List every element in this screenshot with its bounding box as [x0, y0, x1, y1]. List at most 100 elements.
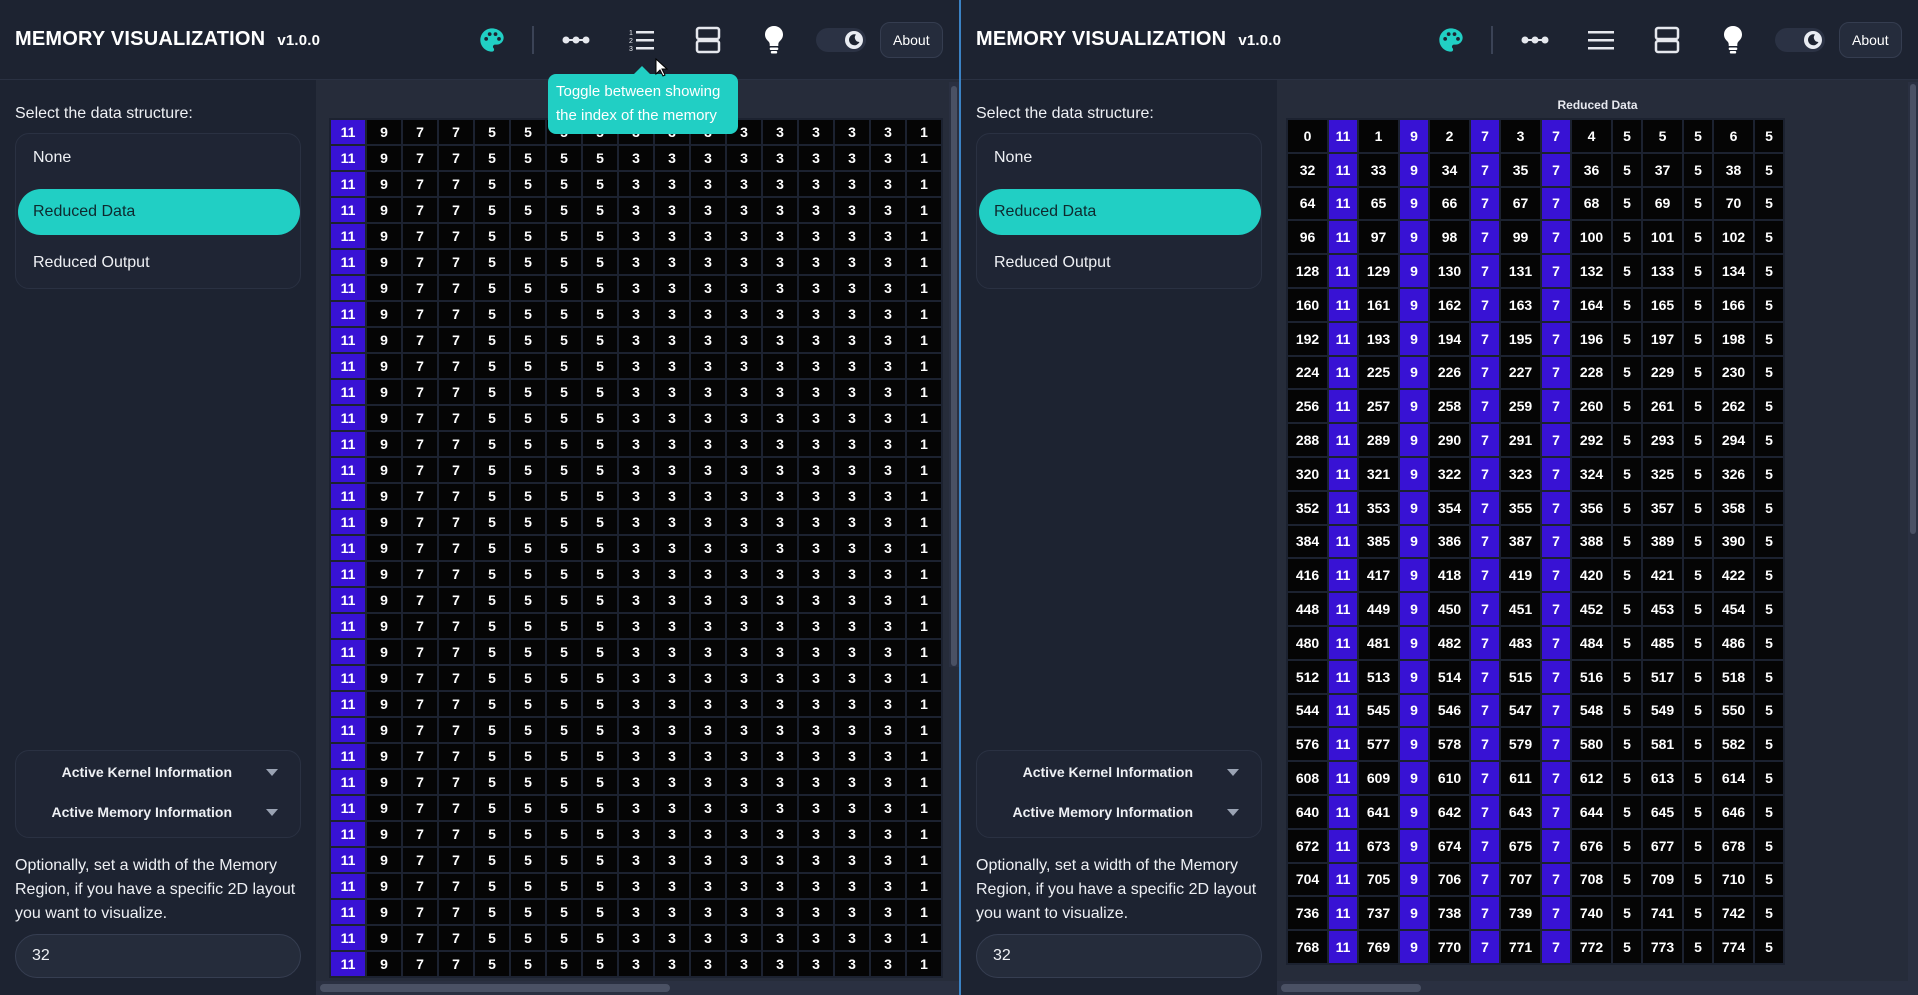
- memory-cell[interactable]: 3: [689, 560, 727, 588]
- memory-cell[interactable]: 5: [473, 274, 511, 302]
- memory-cell[interactable]: 5: [473, 534, 511, 562]
- memory-cell[interactable]: 7: [1540, 760, 1572, 796]
- memory-cell[interactable]: 3: [761, 872, 799, 900]
- memory-cell[interactable]: 3: [761, 456, 799, 484]
- memory-cell[interactable]: 5: [473, 144, 511, 172]
- memory-cell[interactable]: 7: [1469, 760, 1501, 796]
- memory-cell[interactable]: 5: [581, 846, 619, 874]
- memory-cell[interactable]: 3: [869, 950, 907, 978]
- memory-cell[interactable]: 1: [905, 638, 943, 666]
- memory-cell[interactable]: 5: [1611, 760, 1643, 796]
- memory-cell[interactable]: 5: [545, 508, 583, 536]
- memory-cell[interactable]: 9: [1398, 151, 1430, 188]
- memory-cell[interactable]: 3: [653, 794, 691, 822]
- memory-cell[interactable]: 5: [1682, 422, 1714, 458]
- memory-cell[interactable]: 3: [833, 326, 871, 354]
- memory-cell[interactable]: 7: [437, 742, 475, 770]
- memory-cell[interactable]: 5: [1611, 658, 1643, 695]
- memory-cell[interactable]: 3: [725, 664, 763, 692]
- memory-cell[interactable]: 3: [653, 768, 691, 796]
- memory-cell[interactable]: 3: [761, 950, 799, 978]
- memory-cell[interactable]: 3: [725, 170, 763, 198]
- memory-cell[interactable]: 7: [437, 664, 475, 692]
- memory-cell[interactable]: 3: [653, 560, 691, 588]
- memory-cell[interactable]: 11: [1327, 320, 1359, 357]
- memory-cell[interactable]: 1: [905, 690, 943, 718]
- memory-cell[interactable]: 3: [797, 326, 835, 354]
- memory-cell[interactable]: 5: [509, 794, 547, 822]
- memory-cell[interactable]: 1: [905, 508, 943, 536]
- memory-cell[interactable]: 3: [617, 742, 655, 770]
- memory-cell[interactable]: 5: [1682, 895, 1714, 932]
- memory-cell[interactable]: 5: [509, 144, 547, 172]
- memory-cell[interactable]: 5: [545, 378, 583, 406]
- memory-cell[interactable]: 7: [1540, 253, 1572, 289]
- memory-cell[interactable]: 7: [1540, 219, 1572, 256]
- dots-line-icon[interactable]: [556, 20, 596, 60]
- memory-cell[interactable]: 5: [1682, 320, 1714, 357]
- memory-cell[interactable]: 7: [401, 612, 439, 640]
- memory-cell[interactable]: 7: [401, 820, 439, 848]
- memory-cell[interactable]: 11: [329, 924, 367, 952]
- memory-cell[interactable]: 5: [1682, 118, 1714, 154]
- memory-cell[interactable]: 9: [365, 690, 403, 718]
- memory-cell[interactable]: 7: [437, 612, 475, 640]
- memory-cell[interactable]: 5: [1753, 827, 1785, 864]
- memory-cell[interactable]: 5: [545, 144, 583, 172]
- memory-cell[interactable]: 3: [725, 820, 763, 848]
- memory-cell[interactable]: 3: [617, 326, 655, 354]
- memory-cell[interactable]: 5: [1753, 793, 1785, 830]
- memory-cell[interactable]: 5: [1753, 692, 1785, 729]
- memory-cell[interactable]: 3: [833, 118, 871, 146]
- memory-cell[interactable]: 5: [509, 846, 547, 874]
- memory-cell[interactable]: 7: [437, 898, 475, 926]
- memory-cell[interactable]: 3: [869, 638, 907, 666]
- memory-cell[interactable]: 3: [761, 274, 799, 302]
- lightbulb-icon[interactable]: [754, 20, 794, 60]
- memory-cell[interactable]: 5: [509, 352, 547, 380]
- memory-cell[interactable]: 9: [365, 716, 403, 744]
- memory-cell[interactable]: 11: [329, 508, 367, 536]
- memory-cell[interactable]: 3: [761, 690, 799, 718]
- memory-cell[interactable]: 5: [545, 586, 583, 614]
- memory-cell[interactable]: 5: [1682, 591, 1714, 627]
- memory-cell[interactable]: 3: [869, 430, 907, 458]
- memory-cell[interactable]: 5: [473, 222, 511, 250]
- memory-cell[interactable]: 3: [653, 430, 691, 458]
- memory-cell[interactable]: 5: [509, 742, 547, 770]
- memory-cell[interactable]: 7: [1540, 320, 1572, 357]
- memory-cell[interactable]: 9: [365, 352, 403, 380]
- memory-cell[interactable]: 3: [833, 430, 871, 458]
- memory-cell[interactable]: 5: [509, 898, 547, 926]
- memory-cell[interactable]: 3: [653, 248, 691, 276]
- memory-cell[interactable]: 9: [1398, 388, 1430, 425]
- memory-cell[interactable]: 3: [725, 274, 763, 302]
- memory-cell[interactable]: 5: [1611, 591, 1643, 627]
- memory-cell[interactable]: 3: [797, 300, 835, 328]
- memory-cell[interactable]: 5: [1682, 726, 1714, 763]
- memory-cell[interactable]: 3: [797, 534, 835, 562]
- memory-cell[interactable]: 3: [725, 690, 763, 718]
- dark-mode-toggle[interactable]: [816, 28, 866, 52]
- memory-cell[interactable]: 5: [1682, 253, 1714, 289]
- memory-cell[interactable]: 5: [1682, 929, 1714, 965]
- about-button[interactable]: About: [1839, 22, 1902, 58]
- memory-cell[interactable]: 7: [437, 950, 475, 978]
- memory-cell[interactable]: 7: [437, 144, 475, 172]
- memory-cell[interactable]: 3: [725, 196, 763, 224]
- memory-cell[interactable]: 7: [401, 742, 439, 770]
- memory-cell[interactable]: 11: [1327, 658, 1359, 695]
- memory-cell[interactable]: 7: [1469, 151, 1501, 188]
- memory-cell[interactable]: 3: [869, 300, 907, 328]
- memory-cell[interactable]: 1: [905, 742, 943, 770]
- memory-cell[interactable]: 7: [1540, 388, 1572, 425]
- memory-cell[interactable]: 5: [1682, 658, 1714, 695]
- memory-cell[interactable]: 7: [437, 560, 475, 588]
- memory-cell[interactable]: 5: [545, 456, 583, 484]
- memory-cell[interactable]: 5: [1611, 253, 1643, 289]
- memory-cell[interactable]: 3: [797, 482, 835, 510]
- memory-cell[interactable]: 3: [833, 482, 871, 510]
- memory-cell[interactable]: 3: [689, 248, 727, 276]
- memory-cell[interactable]: 7: [1540, 793, 1572, 830]
- memory-cell[interactable]: 3: [761, 794, 799, 822]
